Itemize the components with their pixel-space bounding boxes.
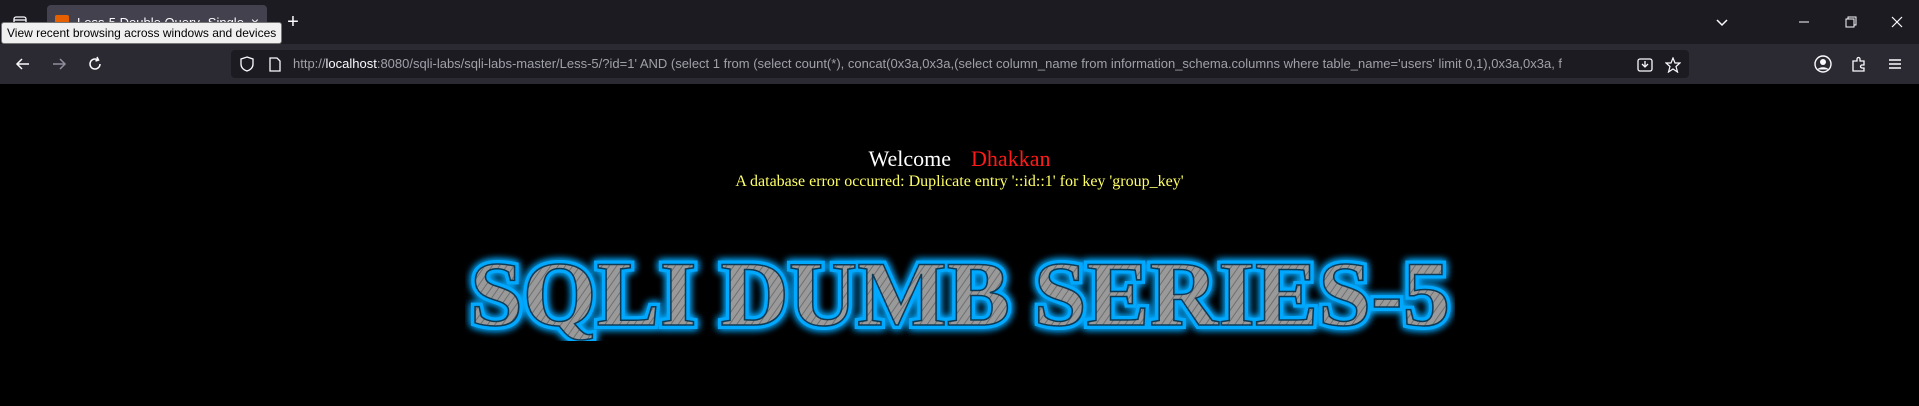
back-arrow-icon (15, 58, 29, 70)
app-menu-button[interactable] (1881, 50, 1909, 78)
back-button[interactable] (9, 50, 37, 78)
sqli-dumb-series-banner: SQLI DUMB SERIES-5 SQLI DUMB SERIES-5 (466, 241, 1454, 341)
close-window-button[interactable] (1881, 6, 1913, 38)
welcome-line: Welcome Dhakkan (0, 146, 1919, 172)
reload-icon (89, 56, 101, 70)
url-rest: :8080/sqli-labs/sqli-labs-master/Less-5/… (376, 56, 1563, 71)
hamburger-menu-icon (1889, 59, 1901, 69)
forward-button[interactable] (45, 50, 73, 78)
tooltip: View recent browsing across windows and … (1, 22, 283, 44)
restore-button[interactable] (1835, 6, 1867, 38)
url-prefix: http:// (293, 56, 326, 71)
tab-bar: Less-5 Double Query- Single Q × + View r… (0, 0, 1919, 44)
page-content: Welcome Dhakkan A database error occurred… (0, 84, 1919, 406)
forward-arrow-icon (53, 58, 67, 70)
new-tab-button[interactable]: + (279, 8, 307, 36)
bookmark-button[interactable] (1664, 56, 1682, 74)
shield-icon[interactable] (239, 56, 255, 72)
close-icon (1891, 16, 1903, 28)
database-error-message: A database error occurred: Duplicate ent… (735, 173, 1184, 190)
user-name: Dhakkan (971, 146, 1051, 171)
restore-icon (1845, 16, 1857, 28)
download-icon (1637, 58, 1653, 72)
minimize-icon (1799, 21, 1809, 23)
chevron-down-icon (1716, 19, 1728, 27)
extensions-button[interactable] (1845, 50, 1873, 78)
page-icon[interactable] (267, 56, 283, 72)
url-bar[interactable]: http://localhost:8080/sqli-labs/sqli-lab… (231, 50, 1689, 78)
url-host: localhost (325, 56, 377, 71)
banner-text: SQLI DUMB SERIES-5 (470, 243, 1450, 341)
url-text[interactable]: http://localhost:8080/sqli-labs/sqli-lab… (293, 50, 1613, 78)
save-to-pocket-button[interactable] (1636, 56, 1654, 74)
minimize-button[interactable] (1788, 6, 1820, 38)
welcome-text: Welcome (868, 146, 952, 171)
reload-button[interactable] (81, 50, 109, 78)
account-button[interactable] (1809, 50, 1837, 78)
puzzle-icon (1852, 56, 1865, 72)
list-all-tabs-button[interactable] (1706, 6, 1738, 38)
star-icon (1665, 57, 1681, 73)
navigation-toolbar: http://localhost:8080/sqli-labs/sqli-lab… (0, 44, 1919, 84)
account-icon (1814, 55, 1832, 73)
